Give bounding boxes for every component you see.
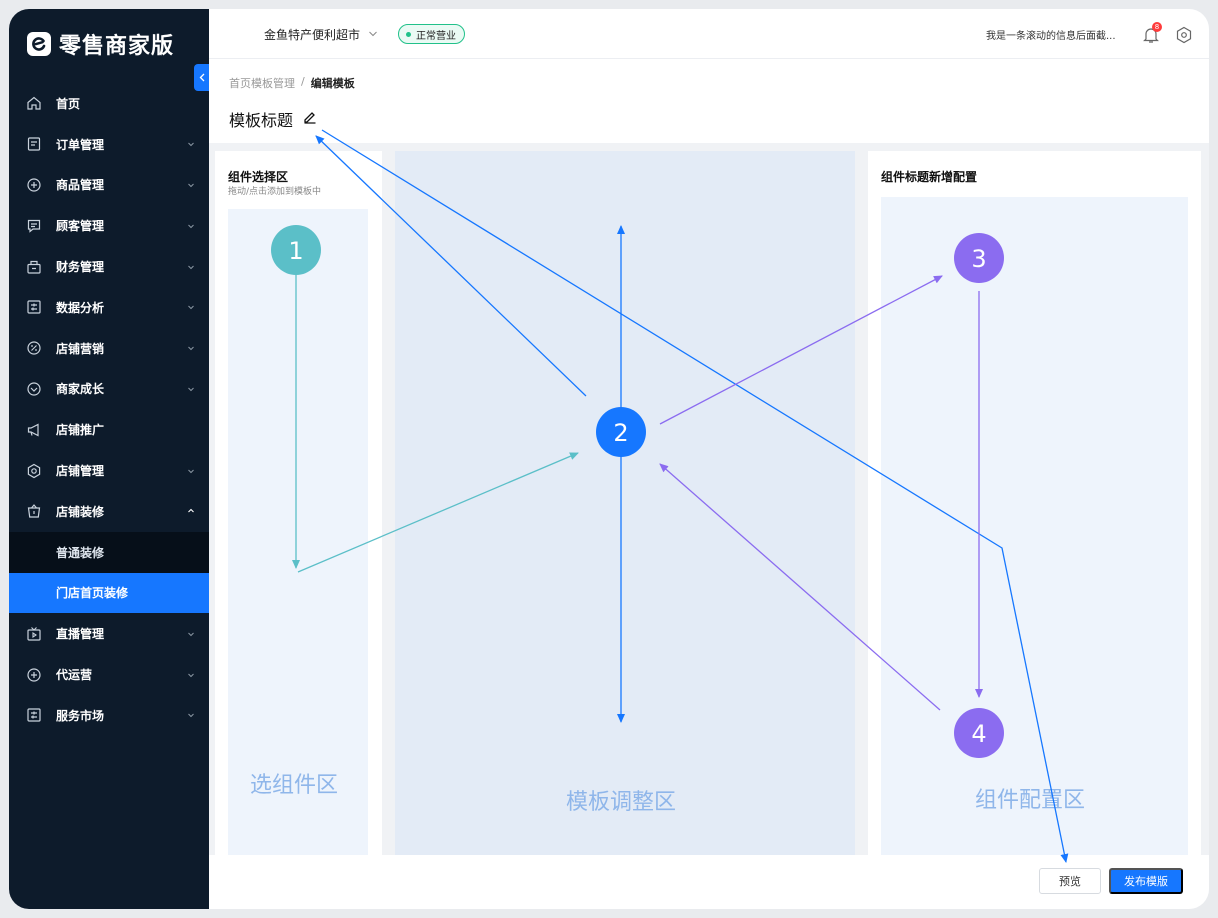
sidebar-item-marketing[interactable]: 店铺营销 (9, 328, 209, 369)
sidebar-item-promotion[interactable]: 店铺推广 (9, 409, 209, 450)
status-badge: 正常营业 (398, 24, 465, 44)
order-icon (26, 136, 42, 152)
market-icon (26, 707, 42, 723)
sidebar-item-market[interactable]: 服务市场 (9, 695, 209, 736)
store-selector[interactable]: 金鱼特产便利超市 (264, 26, 360, 43)
chevron-down-icon[interactable] (368, 30, 378, 38)
chevron-up-icon (188, 509, 194, 513)
gear-icon[interactable] (1175, 26, 1193, 44)
sidebar-item-label: 直播管理 (56, 627, 105, 642)
chevron-down-icon (188, 713, 194, 718)
sidebar-item-products[interactable]: 商品管理 (9, 165, 209, 206)
sidebar-menu: 首页 订单管理 商品管理 顾客管理 财务管理 数据分析 店铺营销 商家成长 店铺… (9, 83, 209, 736)
sidebar-item-growth[interactable]: 商家成长 (9, 369, 209, 410)
sidebar-item-label: 订单管理 (56, 137, 105, 152)
decoration-icon (26, 503, 42, 519)
logo: 零售商家版 (27, 27, 174, 61)
sidebar-item-label: 财务管理 (56, 260, 105, 275)
scrolling-message[interactable]: 我是一条滚动的信息后面截... (986, 27, 1116, 42)
chevron-down-icon (188, 224, 194, 228)
zone-label: 选组件区 (250, 773, 339, 798)
zone-label: 组件配置区 (975, 788, 1086, 813)
sidebar-item-home[interactable]: 首页 (9, 83, 209, 124)
sidebar-item-label: 商家成长 (56, 382, 105, 397)
logo-text: 零售商家版 (59, 34, 175, 59)
marketing-icon (26, 340, 42, 356)
chevron-down-icon (188, 183, 194, 188)
chevron-down-icon (188, 265, 194, 269)
chevron-left-icon (199, 73, 204, 82)
finance-icon (26, 259, 42, 275)
sidebar-item-label: 首页 (56, 96, 81, 111)
sidebar-item-label: 店铺营销 (56, 341, 105, 356)
preview-button[interactable]: 预览 (1039, 868, 1101, 894)
home-icon (26, 95, 42, 111)
app-window: 零售商家版 首页 订单管理 商品管理 顾客管理 财务管理 数据分析 店铺营销 商… (9, 9, 1209, 909)
notification-badge: 8 (1152, 22, 1162, 32)
sidebar-item-label: 顾客管理 (56, 219, 105, 234)
breadcrumb-separator: / (301, 75, 305, 88)
product-icon (26, 177, 42, 193)
store-settings-icon (26, 463, 42, 479)
logo-icon (27, 32, 51, 56)
status-dot (406, 31, 411, 37)
sidebar-item-customers[interactable]: 顾客管理 (9, 205, 209, 246)
sidebar-subitem-normal-decoration[interactable]: 普通装修 (9, 531, 209, 573)
sidebar-item-store-management[interactable]: 店铺管理 (9, 450, 209, 491)
data-icon (26, 299, 42, 315)
chevron-down-icon (188, 469, 194, 473)
sidebar-item-label: 商品管理 (56, 178, 105, 193)
page-title: 模板标题 (229, 111, 294, 130)
customer-icon (26, 218, 42, 234)
sidebar-subitem-store-home-decoration[interactable]: 门店首页装修 (9, 572, 209, 614)
zone-label: 模板调整区 (566, 790, 677, 815)
chevron-down-icon (188, 306, 194, 310)
status-text: 正常营业 (416, 30, 456, 42)
top-header: 金鱼特产便利超市 正常营业 我是一条滚动的信息后面截... 8 (209, 9, 1209, 59)
breadcrumb-current: 编辑模板 (310, 77, 355, 90)
panel-subtitle: 拖动/点击添加到模板中 (228, 187, 322, 197)
panel-title: 组件选择区 (228, 170, 289, 184)
sidebar-item-label: 服务市场 (56, 708, 105, 723)
sidebar-item-label: 店铺装修 (56, 504, 105, 519)
page-header: 首页模板管理 / 编辑模板 模板标题 (209, 59, 1209, 143)
operation-icon (26, 667, 42, 683)
sidebar-item-decoration[interactable]: 店铺装修 (9, 491, 209, 532)
sidebar-item-label: 数据分析 (56, 300, 105, 315)
sidebar-item-label: 代运营 (56, 668, 93, 683)
publish-button[interactable]: 发布模版 (1109, 868, 1183, 894)
sidebar-item-finance[interactable]: 财务管理 (9, 246, 209, 287)
breadcrumb: 首页模板管理 / 编辑模板 (229, 75, 355, 91)
sidebar-item-label: 店铺推广 (56, 423, 105, 438)
sidebar: 零售商家版 首页 订单管理 商品管理 顾客管理 财务管理 数据分析 店铺营销 商… (9, 9, 209, 909)
sidebar-item-label: 店铺管理 (56, 464, 105, 479)
growth-icon (26, 381, 42, 397)
chevron-down-icon (188, 142, 194, 147)
chevron-down-icon (188, 632, 194, 636)
component-config-panel: 组件标题新增配置 组件配置区 (868, 151, 1201, 855)
sidebar-item-operation[interactable]: 代运营 (9, 654, 209, 695)
template-adjust-panel[interactable]: 模板调整区 (395, 151, 855, 855)
chevron-down-icon (188, 673, 194, 677)
component-zone[interactable]: 选组件区 (228, 209, 368, 855)
chevron-down-icon (188, 346, 194, 351)
edit-icon[interactable] (303, 110, 317, 124)
sidebar-item-orders[interactable]: 订单管理 (9, 124, 209, 165)
sidebar-item-live[interactable]: 直播管理 (9, 613, 209, 654)
sidebar-item-data[interactable]: 数据分析 (9, 287, 209, 328)
footer-bar: 预览 发布模版 (209, 855, 1209, 909)
live-icon (26, 626, 42, 642)
panel-title: 组件标题新增配置 (881, 170, 978, 184)
component-selection-panel: 组件选择区 拖动/点击添加到模板中 选组件区 (215, 151, 382, 855)
chevron-down-icon (188, 387, 194, 392)
breadcrumb-link[interactable]: 首页模板管理 (229, 75, 295, 91)
promotion-icon (26, 422, 42, 438)
config-zone[interactable]: 组件配置区 (881, 197, 1188, 855)
